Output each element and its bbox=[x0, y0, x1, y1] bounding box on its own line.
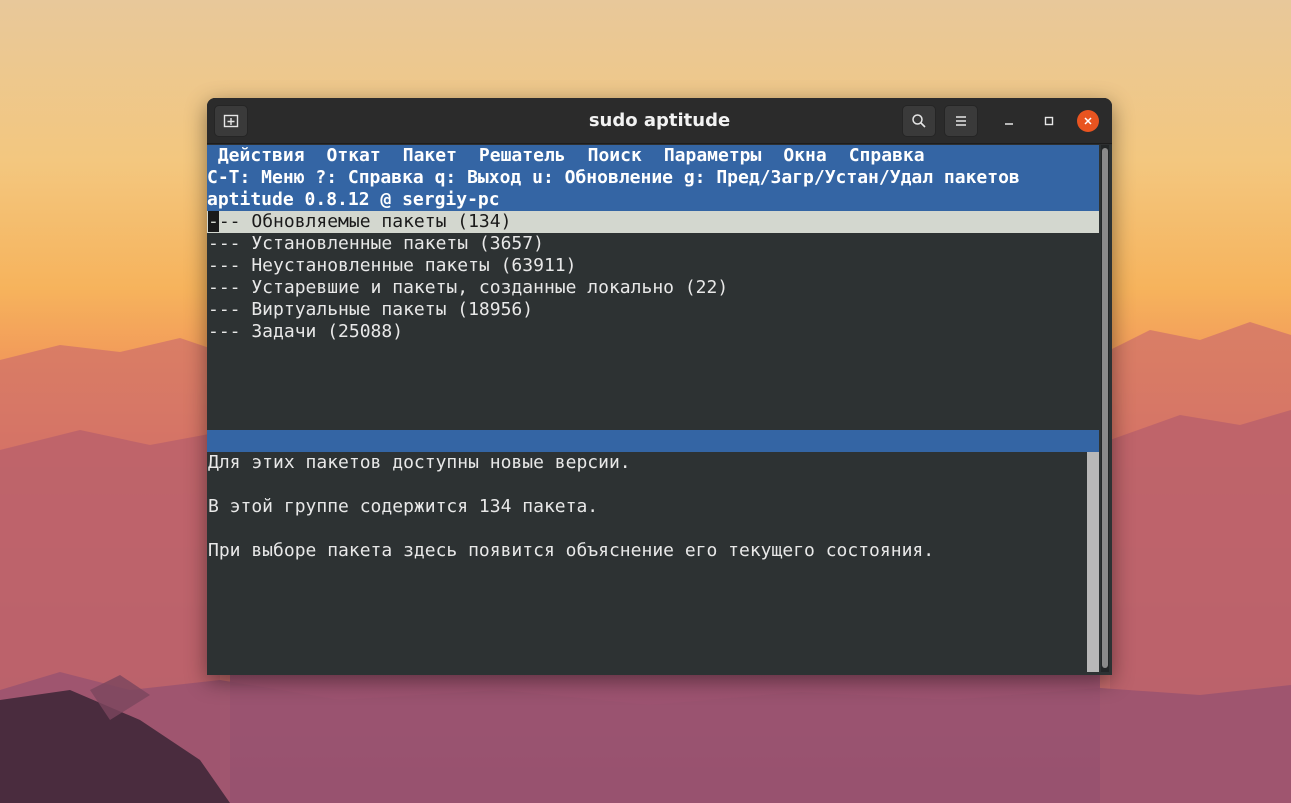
package-group-obsolete[interactable]: --- Устаревшие и пакеты, созданные локал… bbox=[207, 277, 1099, 299]
package-group-tasks[interactable]: --- Задачи (25088) bbox=[207, 321, 1099, 343]
minimize-icon bbox=[1005, 123, 1013, 125]
package-group-selected[interactable]: --- Обновляемые пакеты (134) bbox=[207, 211, 1099, 233]
package-group-label: -- Обновляемые пакеты (134) bbox=[218, 211, 512, 232]
info-separator-bar bbox=[207, 430, 1099, 452]
minimize-button[interactable] bbox=[998, 110, 1020, 132]
close-icon bbox=[1084, 117, 1092, 125]
info-line: Для этих пакетов доступны новые версии. bbox=[208, 452, 631, 473]
text-cursor: - bbox=[208, 211, 219, 232]
package-group-virtual[interactable]: --- Виртуальные пакеты (18956) bbox=[207, 299, 1099, 321]
version-line: aptitude 0.8.12 @ sergiy-pc bbox=[207, 189, 1099, 211]
aptitude-menu-bar: Действия Откат Пакет Решатель Поиск Параметры… bbox=[207, 145, 1099, 167]
maximize-icon bbox=[1044, 116, 1054, 126]
menu-options[interactable]: Параметры bbox=[664, 145, 762, 166]
hamburger-menu-icon bbox=[956, 116, 966, 126]
search-button[interactable] bbox=[902, 105, 936, 137]
terminal-window: sudo aptitude Действия Откат Пакет Решат… bbox=[207, 98, 1112, 675]
key-hint-line: C-T: Меню ?: Справка q: Выход u: Обновле… bbox=[207, 167, 1099, 189]
menu-help[interactable]: Справка bbox=[849, 145, 925, 166]
menu-resolver[interactable]: Решатель bbox=[479, 145, 566, 166]
info-line: В этой группе содержится 134 пакета. bbox=[208, 496, 599, 517]
menu-button[interactable] bbox=[944, 105, 978, 137]
menu-undo[interactable]: Откат bbox=[327, 145, 381, 166]
search-icon bbox=[912, 114, 926, 128]
package-group-installed[interactable]: --- Установленные пакеты (3657) bbox=[207, 233, 1099, 255]
menu-package[interactable]: Пакет bbox=[403, 145, 457, 166]
info-line: При выборе пакета здесь появится объясне… bbox=[208, 540, 935, 561]
menu-search[interactable]: Поиск bbox=[588, 145, 642, 166]
maximize-button[interactable] bbox=[1038, 110, 1060, 132]
menu-actions[interactable]: Действия bbox=[218, 145, 305, 166]
new-tab-button[interactable] bbox=[214, 105, 248, 137]
new-tab-icon bbox=[223, 114, 239, 128]
terminal-screen[interactable]: Действия Откат Пакет Решатель Поиск Параметры… bbox=[207, 145, 1112, 675]
close-button[interactable] bbox=[1077, 110, 1099, 132]
scrollbar-thumb[interactable] bbox=[1102, 148, 1108, 668]
package-group-not-installed[interactable]: --- Неустановленные пакеты (63911) bbox=[207, 255, 1099, 277]
title-bar: sudo aptitude bbox=[207, 98, 1112, 144]
menu-views[interactable]: Окна bbox=[783, 145, 826, 166]
info-pane-scrollbar[interactable] bbox=[1087, 452, 1099, 672]
